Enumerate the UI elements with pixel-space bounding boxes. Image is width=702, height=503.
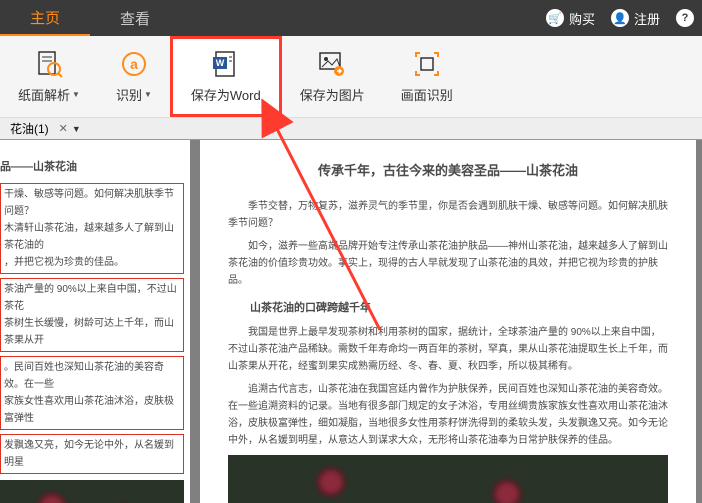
tab-dropdown-icon[interactable]: ▼ (72, 124, 81, 134)
buy-label: 购买 (569, 9, 595, 28)
save-image-label: 保存为图片 (300, 85, 365, 104)
help-icon: ? (676, 9, 694, 27)
text-block: 发飘逸又亮，如今无论中外，从名媛到明星 (0, 434, 184, 474)
word-icon: W (211, 49, 241, 79)
text-block: 。民间百姓也深知山茶花油的美容奇效。在一些 家族女性喜欢用山茶花油沐浴，皮肤极富… (0, 356, 184, 430)
document-tab[interactable]: 花油(1) (4, 120, 55, 137)
image-thumbnail (228, 455, 668, 503)
subheading: 山茶花油的口碑跨越千年 (228, 299, 668, 318)
buy-button[interactable]: 🛒 购买 (538, 9, 603, 28)
image-thumbnail (0, 480, 184, 503)
screen-ocr-button[interactable]: 画面识别 (383, 36, 471, 117)
user-icon: 👤 (611, 9, 629, 27)
document-tab-bar: 花油(1) ✕ ▼ (0, 118, 702, 140)
save-image-button[interactable]: 保存为图片 (282, 36, 383, 117)
help-button[interactable]: ? (668, 9, 702, 27)
parse-label: 纸面解析 (18, 85, 70, 104)
parse-button[interactable]: 纸面解析▼ (0, 36, 98, 117)
close-tab-icon[interactable]: ✕ (59, 122, 68, 135)
tab-home[interactable]: 主页 (0, 0, 90, 36)
screen-ocr-label: 画面识别 (401, 85, 453, 104)
cart-icon: 🛒 (546, 9, 564, 27)
register-label: 注册 (634, 9, 660, 28)
text-block: 茶油产量的 90%以上来自中国，不过山茶花 茶树生长缓慢，树龄可达上千年，而山茶… (0, 278, 184, 352)
ocr-label: 识别 (116, 85, 142, 104)
menu-bar: 主页 查看 🛒 购买 👤 注册 ? (0, 0, 702, 36)
left-heading: 品——山茶花油 (0, 158, 184, 177)
tab-view[interactable]: 查看 (90, 0, 180, 36)
doc-title: 传承千年，古往今来的美容圣品——山茶花油 (228, 160, 668, 182)
paragraph: 我国是世界上最早发现茶树和利用茶树的国家，据统计，全球茶油产量的 90%以上来自… (228, 324, 668, 375)
dropdown-icon: ▼ (144, 90, 152, 99)
parse-icon (34, 49, 64, 79)
paragraph: 如今，滋养一些高端品牌开始专注传承山茶花油护肤品——神州山茶花油，越来越多人了解… (228, 238, 668, 289)
page-preview-left[interactable]: 品——山茶花油 干燥、敏感等问题。如何解决肌肤季节问题？ 木清轩山茶花油，越来越… (0, 140, 190, 503)
svg-text:a: a (130, 56, 138, 72)
paragraph: 追溯古代言志，山茶花油在我国宫廷内曾作为护肤保养，民间百姓也深知山茶花油的美容奇… (228, 381, 668, 449)
register-button[interactable]: 👤 注册 (603, 9, 668, 28)
page-preview-right[interactable]: 传承千年，古往今来的美容圣品——山茶花油 季节交替，万物复苏，滋养灵气的季节里，… (200, 140, 696, 503)
text-block: 干燥、敏感等问题。如何解决肌肤季节问题？ 木清轩山茶花油，越来越多人了解到山茶花… (0, 183, 184, 274)
dropdown-icon: ▼ (72, 90, 80, 99)
svg-text:W: W (216, 58, 225, 68)
ocr-icon: a (119, 49, 149, 79)
save-word-button[interactable]: W 保存为Word (170, 36, 282, 117)
ocr-button[interactable]: a 识别▼ (98, 36, 170, 117)
screen-icon (412, 49, 442, 79)
save-word-label: 保存为Word (191, 85, 261, 104)
paragraph: 季节交替，万物复苏，滋养灵气的季节里，你是否会遇到肌肤干燥、敏感等问题。如何解决… (228, 198, 668, 232)
image-icon (317, 49, 347, 79)
workspace: 品——山茶花油 干燥、敏感等问题。如何解决肌肤季节问题？ 木清轩山茶花油，越来越… (0, 140, 702, 503)
toolbar: 纸面解析▼ a 识别▼ W 保存为Word 保存为图片 画面识别 (0, 36, 702, 118)
